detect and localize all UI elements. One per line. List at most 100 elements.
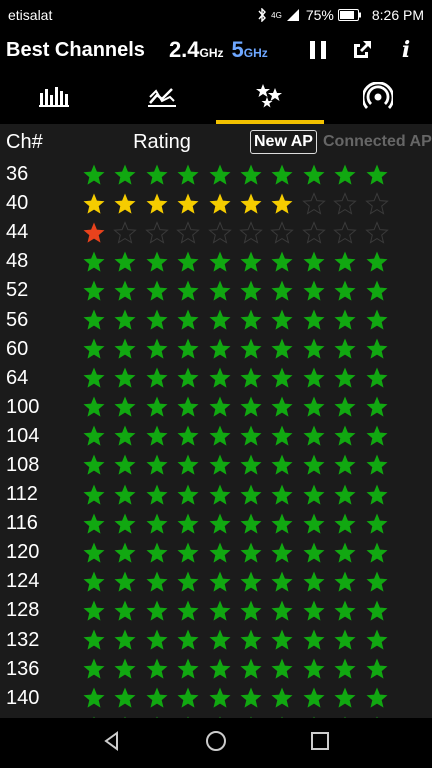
star-filled-icon xyxy=(83,600,105,621)
share-icon[interactable] xyxy=(350,38,374,62)
channel-row: 36 xyxy=(0,160,432,189)
channel-number: 128 xyxy=(6,599,40,622)
star-rating xyxy=(82,657,389,681)
star-filled-icon xyxy=(366,164,388,185)
time-graph-icon xyxy=(148,85,176,112)
star-filled-icon xyxy=(146,513,168,534)
star-filled-icon xyxy=(209,571,231,592)
star-filled-icon xyxy=(240,687,262,708)
star-filled-icon xyxy=(366,396,388,417)
channel-row: 132 xyxy=(0,626,432,655)
star-filled-icon xyxy=(303,687,325,708)
battery-icon xyxy=(337,9,362,21)
new-ap-button[interactable]: New AP xyxy=(250,130,317,154)
rating-column-header: Rating xyxy=(133,130,191,153)
star-filled-icon xyxy=(271,280,293,301)
star-filled-icon xyxy=(271,600,293,621)
star-rating xyxy=(82,163,389,187)
connected-ap-button[interactable]: Connected AP xyxy=(323,133,432,151)
star-filled-icon xyxy=(114,513,136,534)
star-filled-icon xyxy=(271,542,293,563)
star-filled-icon xyxy=(240,629,262,650)
star-filled-icon xyxy=(366,454,388,476)
star-empty-icon xyxy=(364,191,389,215)
star-rating xyxy=(82,570,389,594)
star-rating xyxy=(82,483,389,507)
bar-graph-icon xyxy=(39,85,69,112)
star-filled-icon xyxy=(303,164,325,185)
star-filled-icon xyxy=(240,280,262,301)
channel-number: 52 xyxy=(6,279,29,302)
back-icon[interactable] xyxy=(102,730,122,756)
star-filled-icon xyxy=(114,425,136,446)
star-filled-icon xyxy=(271,687,293,708)
star-filled-icon xyxy=(303,513,325,534)
star-filled-icon xyxy=(177,687,199,708)
star-filled-icon xyxy=(83,425,105,446)
star-filled-icon xyxy=(83,658,105,679)
star-filled-icon xyxy=(83,542,105,563)
star-filled-icon xyxy=(83,367,105,388)
star-filled-icon xyxy=(114,280,136,301)
star-rating xyxy=(82,512,389,536)
star-filled-icon xyxy=(83,280,105,301)
star-filled-icon xyxy=(146,571,168,592)
channel-row: 52 xyxy=(0,276,432,305)
star-filled-icon xyxy=(209,542,231,563)
channel-number: 108 xyxy=(6,453,40,476)
recents-icon[interactable] xyxy=(310,731,330,756)
channel-row: 120 xyxy=(0,538,432,567)
channel-rating-panel: Ch# Rating New AP Connected AP 36 40 44 48 5… xyxy=(0,124,432,718)
star-filled-icon xyxy=(177,513,199,534)
status-bar: etisalat 4G 75% 8:26 PM xyxy=(0,0,432,30)
tab-time-graph[interactable] xyxy=(108,72,216,124)
star-filled-icon xyxy=(177,367,199,388)
band-5ghz-toggle[interactable]: 5GHz xyxy=(232,37,268,63)
channel-row: 124 xyxy=(0,567,432,596)
star-filled-icon xyxy=(334,484,356,505)
star-filled-icon xyxy=(209,687,231,708)
star-filled-icon xyxy=(271,309,293,330)
signal-icon xyxy=(286,8,300,22)
star-filled-icon xyxy=(146,600,168,621)
tab-bar-graph[interactable] xyxy=(0,72,108,124)
star-filled-icon xyxy=(240,193,262,214)
channel-column-header: Ch# xyxy=(6,130,43,153)
star-filled-icon xyxy=(303,425,325,446)
home-icon[interactable] xyxy=(205,730,227,757)
star-rating xyxy=(82,366,389,390)
clock: 8:26 PM xyxy=(371,7,424,23)
star-filled-icon xyxy=(177,600,199,621)
star-filled-icon xyxy=(83,687,105,708)
star-filled-icon xyxy=(240,425,262,446)
pause-icon[interactable] xyxy=(306,38,330,62)
star-filled-icon xyxy=(114,454,136,476)
star-filled-icon xyxy=(240,251,262,272)
star-filled-icon xyxy=(209,396,231,417)
star-filled-icon xyxy=(146,396,168,417)
star-filled-icon xyxy=(209,338,231,359)
tab-bar xyxy=(0,72,432,124)
star-filled-icon xyxy=(83,164,105,185)
band-5-value: 5 xyxy=(231,37,244,62)
star-filled-icon xyxy=(334,600,356,621)
star-filled-icon xyxy=(271,571,293,592)
star-filled-icon xyxy=(83,222,105,243)
channel-row: 104 xyxy=(0,422,432,451)
star-filled-icon xyxy=(146,542,168,563)
tab-channel-rating[interactable] xyxy=(216,72,324,124)
star-filled-icon xyxy=(240,484,262,505)
info-icon[interactable]: i xyxy=(394,37,418,63)
star-filled-icon xyxy=(114,338,136,359)
star-filled-icon xyxy=(334,454,356,476)
tab-signal-meter[interactable] xyxy=(324,72,432,124)
channel-row: 112 xyxy=(0,480,432,509)
star-rating xyxy=(82,279,389,303)
band-24-value: 2.4 xyxy=(168,37,200,62)
star-filled-icon xyxy=(177,164,199,185)
band-24ghz-toggle[interactable]: 2.4GHz xyxy=(169,37,224,63)
star-filled-icon xyxy=(209,658,231,679)
star-filled-icon xyxy=(271,629,293,650)
star-filled-icon xyxy=(334,687,356,708)
star-filled-icon xyxy=(240,367,262,388)
